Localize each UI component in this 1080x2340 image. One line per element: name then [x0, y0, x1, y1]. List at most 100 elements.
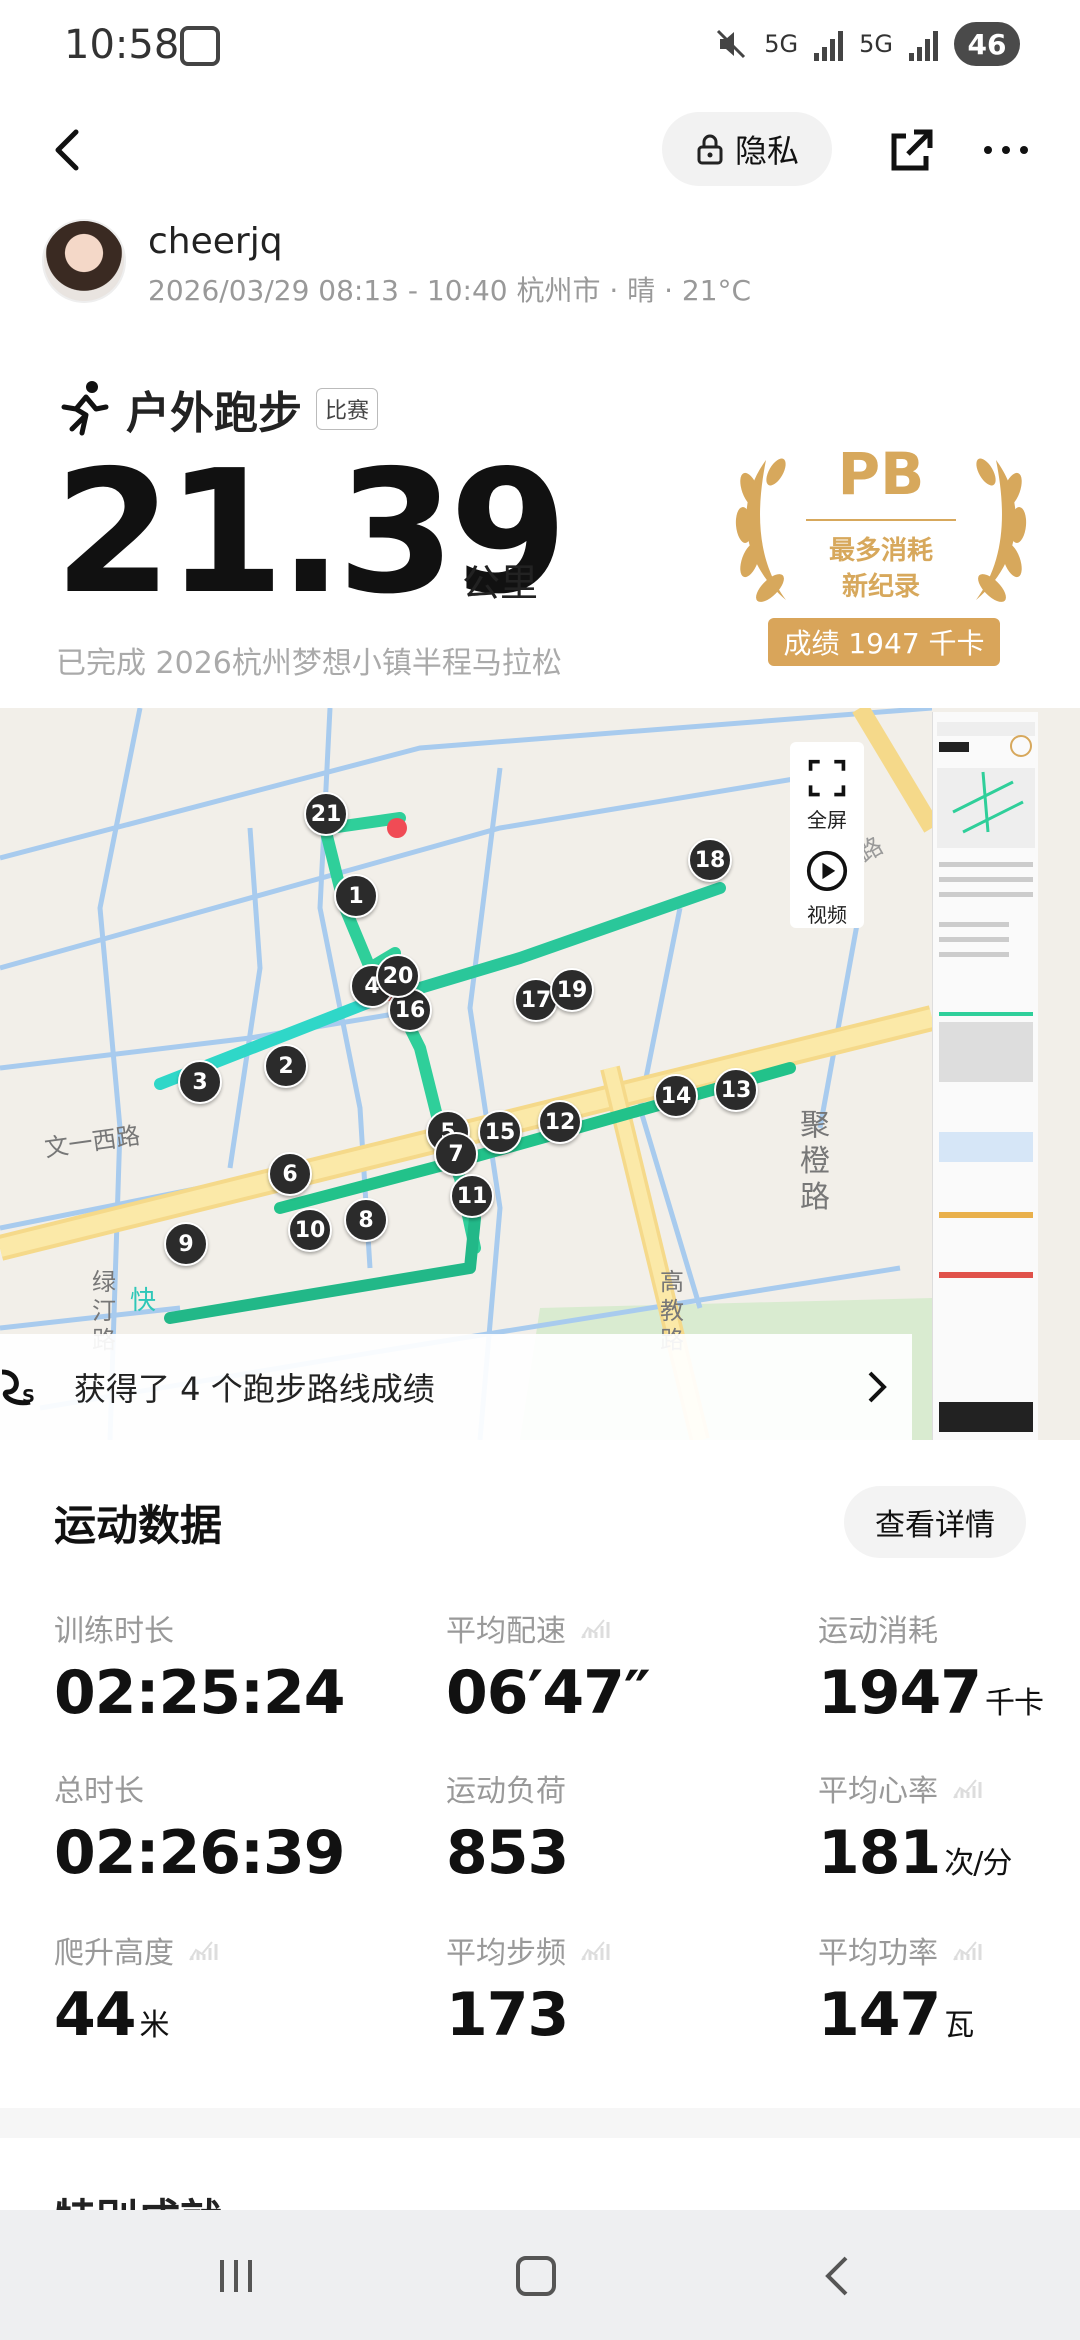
route-marker: 13: [714, 1068, 758, 1112]
stat-value: 1947: [818, 1658, 982, 1728]
stat-value: 147: [818, 1980, 941, 2050]
road-label: 聚橙路: [800, 1108, 830, 1215]
pb-line2: 新纪录: [841, 572, 920, 602]
stat-value: 181: [818, 1818, 941, 1888]
stat-item: 运动消耗 1947 千卡: [818, 1606, 1080, 1728]
thumbnail-preview-icon: [937, 722, 1035, 1432]
mute-icon: [717, 29, 746, 59]
system-nav-bar: [0, 2210, 1080, 2340]
stat-label: 平均步频: [446, 1936, 566, 1971]
network-5g-label-2: 5G: [859, 30, 893, 58]
pb-badge[interactable]: PB 最多消耗 新纪录 成绩 1947 千卡: [726, 430, 1036, 670]
section-divider: [0, 2108, 1080, 2138]
stat-unit: 米: [139, 2008, 170, 2043]
stat-item: 总时长 02:26:39: [54, 1766, 374, 1888]
view-details-button[interactable]: 查看详情: [844, 1486, 1026, 1558]
achievement-text: 获得了 4 个跑步路线成绩: [74, 1370, 435, 1408]
privacy-label: 隐私: [734, 132, 799, 170]
svg-text:S: S: [22, 1386, 35, 1407]
route-marker: 11: [450, 1174, 494, 1218]
play-video-icon[interactable]: [803, 849, 851, 893]
battery-indicator: 46: [954, 22, 1020, 66]
lock-icon: [697, 134, 723, 165]
stat-value: 02:25:24: [54, 1658, 345, 1728]
route-marker: 20: [376, 954, 420, 998]
map-controls: 全屏 视频: [790, 742, 864, 928]
trend-chart-icon[interactable]: [580, 1938, 610, 1962]
pb-label: PB: [837, 440, 925, 508]
route-marker: 21: [304, 792, 348, 836]
stat-label: 平均配速: [446, 1614, 566, 1649]
trend-chart-icon[interactable]: [952, 1938, 982, 1962]
route-marker: 3: [178, 1060, 222, 1104]
stat-value: 173: [446, 1980, 569, 2050]
stat-value: 02:26:39: [54, 1818, 345, 1888]
pb-line1: 最多消耗: [828, 536, 933, 566]
stat-item: 训练时长 02:25:24: [54, 1606, 374, 1728]
trend-chart-icon[interactable]: [952, 1776, 982, 1800]
route-marker: 14: [654, 1074, 698, 1118]
stat-item: 平均步频 173: [446, 1928, 766, 2050]
route-map[interactable]: 文一西路 绿汀路 高教路 聚橙路 余杭塘路 快 1234567891011121…: [0, 708, 1080, 1440]
video-label[interactable]: 视频: [807, 899, 847, 928]
distance-unit: 公里: [462, 561, 539, 605]
screenshot-icon: [180, 26, 220, 66]
stat-label: 平均心率: [818, 1774, 938, 1809]
stat-label: 运动消耗: [818, 1614, 938, 1649]
status-icons: 5G 5G 46: [714, 22, 1020, 66]
trend-chart-icon[interactable]: [188, 1938, 218, 1962]
route-achievement-bar[interactable]: S 获得了 4 个跑步路线成绩: [0, 1334, 912, 1440]
status-bar: 10:58 5G 5G 46: [0, 0, 1080, 100]
more-icon[interactable]: [978, 122, 1034, 178]
chevron-right-icon: [868, 1371, 887, 1403]
stat-label: 爬升高度: [54, 1936, 174, 1971]
stat-item: 平均功率 147 瓦: [818, 1928, 1080, 2050]
nav-back-button[interactable]: [808, 2246, 868, 2306]
route-marker: 9: [164, 1222, 208, 1266]
stat-value: 44: [54, 1980, 136, 2050]
route-marker: 10: [288, 1208, 332, 1252]
fullscreen-label[interactable]: 全屏: [807, 804, 847, 833]
signal-icon: [814, 27, 844, 61]
route-marker: 2: [264, 1044, 308, 1088]
pb-value-badge: 成绩 1947 千卡: [768, 618, 1000, 666]
race-name[interactable]: 已完成 2026杭州梦想小镇半程马拉松: [56, 638, 562, 682]
privacy-button[interactable]: 隐私: [662, 112, 832, 186]
route-marker: 18: [688, 838, 732, 882]
stat-label: 总时长: [54, 1774, 144, 1809]
running-icon: [61, 381, 109, 436]
home-button[interactable]: [506, 2246, 566, 2306]
stats-section: 运动数据 查看详情 训练时长 02:25:24 平均配速 06′47″ 运动消耗 1947…: [0, 1440, 1080, 2110]
race-tag: 比赛: [316, 388, 379, 430]
signal-icon-2: [909, 27, 938, 61]
route-marker: 19: [550, 968, 594, 1012]
network-5g-label: 5G: [764, 30, 799, 58]
route-marker: 12: [538, 1100, 582, 1144]
share-preview-thumbnail[interactable]: [932, 712, 1038, 1440]
stat-unit: 瓦: [944, 2008, 974, 2043]
stat-value: 06′47″: [446, 1658, 651, 1728]
route-marker: 6: [268, 1152, 312, 1196]
stat-label: 运动负荷: [446, 1774, 566, 1809]
status-time: 10:58: [64, 22, 180, 68]
stat-item: 运动负荷 853: [446, 1766, 766, 1888]
section-title: 运动数据: [54, 1501, 223, 1550]
share-icon[interactable]: [884, 122, 940, 178]
stat-unit: 千卡: [985, 1686, 1044, 1721]
avatar[interactable]: [42, 219, 126, 303]
back-button[interactable]: [40, 122, 96, 178]
route-logo-icon: S: [1, 1369, 35, 1407]
recent-apps-button[interactable]: [206, 2246, 266, 2306]
route-marker: 1: [334, 874, 378, 918]
stat-item: 平均配速 06′47″: [446, 1606, 766, 1728]
sport-title: 户外跑步: [126, 388, 302, 439]
route-marker: 8: [344, 1198, 388, 1242]
fullscreen-icon[interactable]: [805, 758, 849, 798]
route-marker: 7: [434, 1132, 478, 1176]
trend-chart-icon[interactable]: [580, 1616, 610, 1640]
stat-item: 平均心率 181 次/分: [818, 1766, 1080, 1888]
stat-item: 爬升高度 44 米: [54, 1928, 374, 2050]
user-name[interactable]: cheerjq: [148, 221, 283, 262]
activity-meta: 2026/03/29 08:13 - 10:40 杭州市 · 晴 · 21°C: [148, 274, 752, 307]
top-bar: 隐私: [0, 100, 1080, 200]
